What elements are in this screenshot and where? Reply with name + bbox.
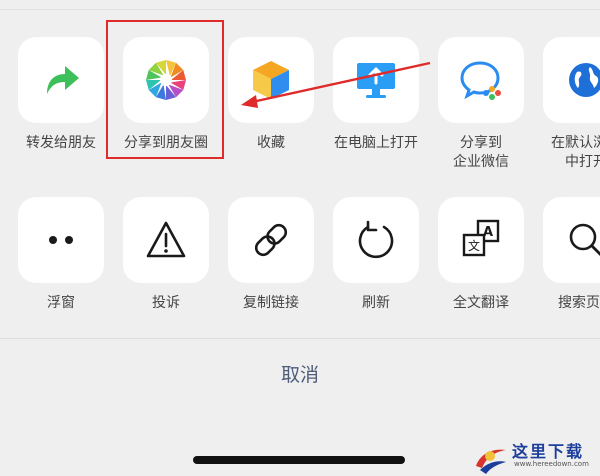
cancel-divider bbox=[0, 338, 600, 339]
forward-button[interactable] bbox=[18, 37, 104, 123]
refresh-button[interactable] bbox=[333, 197, 419, 283]
favorite-cube-icon bbox=[253, 61, 289, 99]
cancel-button[interactable]: 取消 bbox=[0, 360, 600, 387]
copy-link-label: 复制链接 bbox=[243, 295, 299, 311]
float-window-dots-icon bbox=[49, 236, 73, 244]
open-on-computer-button[interactable] bbox=[333, 37, 419, 123]
search-page-label: 搜索页面 bbox=[558, 295, 600, 311]
open-in-browser-label-line2: 中打开 bbox=[565, 154, 600, 170]
watermark-logo-icon bbox=[476, 449, 506, 474]
watermark: 这里下载 www.hereedown.com bbox=[468, 436, 600, 476]
favorite-label: 收藏 bbox=[257, 135, 285, 151]
copy-link-button[interactable] bbox=[228, 197, 314, 283]
translate-icon: A 文 bbox=[462, 219, 500, 257]
forward-label: 转发给朋友 bbox=[26, 135, 96, 151]
translate-button[interactable]: A 文 bbox=[438, 197, 524, 283]
home-indicator bbox=[193, 456, 405, 464]
complain-button[interactable] bbox=[123, 197, 209, 283]
forward-arrow-icon bbox=[47, 66, 79, 94]
open-in-browser-button[interactable] bbox=[543, 37, 600, 123]
computer-monitor-icon bbox=[357, 63, 395, 98]
link-icon bbox=[254, 223, 288, 257]
complain-label: 投诉 bbox=[152, 295, 180, 311]
top-divider bbox=[0, 9, 600, 10]
search-icon bbox=[569, 223, 600, 256]
float-window-button[interactable] bbox=[18, 197, 104, 283]
svg-text:文: 文 bbox=[468, 238, 480, 253]
open-on-computer-label: 在电脑上打开 bbox=[334, 135, 418, 151]
float-window-label: 浮窗 bbox=[47, 295, 75, 311]
translate-label: 全文翻译 bbox=[453, 295, 509, 311]
favorite-button[interactable] bbox=[228, 37, 314, 123]
share-wecom-button[interactable] bbox=[438, 37, 524, 123]
watermark-title: 这里下载 bbox=[512, 442, 585, 461]
refresh-icon bbox=[358, 220, 394, 259]
open-in-browser-label: 在默认浏览 bbox=[551, 135, 600, 151]
warning-triangle-icon bbox=[146, 221, 186, 258]
share-wecom-label-line2: 企业微信 bbox=[453, 154, 509, 170]
search-page-button[interactable] bbox=[543, 197, 600, 283]
watermark-url: www.hereedown.com bbox=[514, 460, 589, 468]
refresh-label: 刷新 bbox=[362, 295, 390, 311]
wecom-icon bbox=[460, 61, 501, 100]
highlight-box bbox=[106, 20, 224, 159]
browser-globe-icon bbox=[569, 63, 600, 97]
share-wecom-label: 分享到 bbox=[460, 135, 502, 151]
